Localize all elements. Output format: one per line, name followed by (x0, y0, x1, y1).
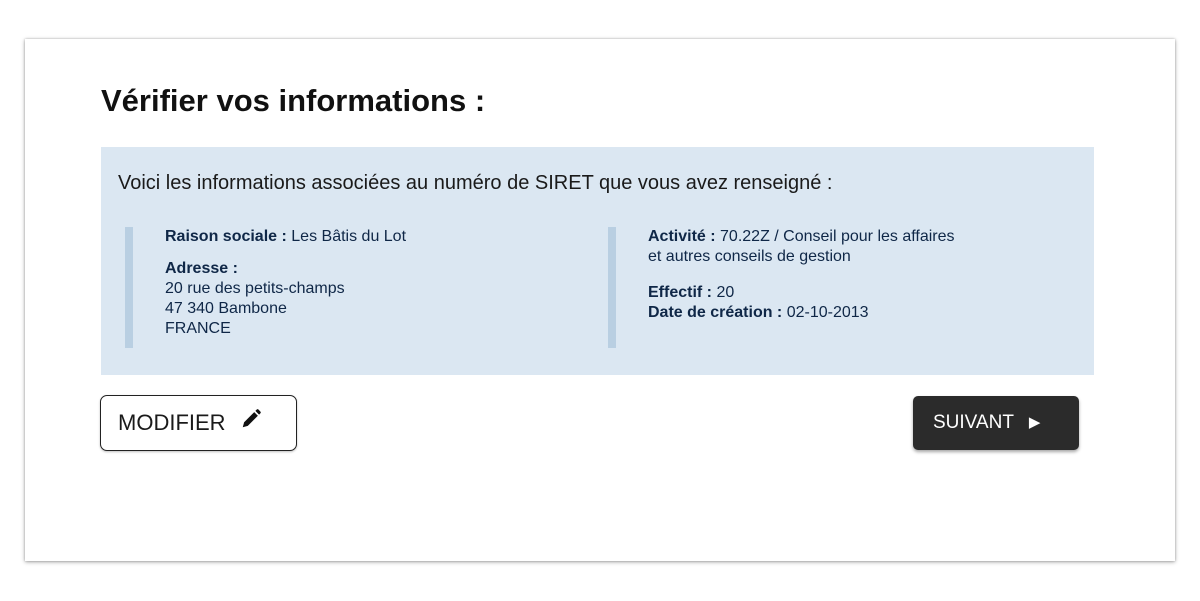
effectif-value: 20 (716, 284, 735, 301)
next-button-label: SUIVANT (933, 412, 1014, 433)
adresse-line-2: 47 340 Bambone (165, 300, 287, 317)
next-button[interactable]: SUIVANT ▶ (913, 396, 1079, 450)
raison-sociale-label: Raison sociale : (165, 228, 287, 245)
verification-card: Vérifier vos informations : Voici les in… (25, 39, 1175, 561)
play-arrow-icon: ▶ (1028, 414, 1041, 431)
adresse-label: Adresse : (165, 260, 238, 277)
activite-field: Activité : 70.22Z / Conseil pour les aff… (648, 227, 1078, 267)
company-activity-column: Activité : 70.22Z / Conseil pour les aff… (608, 227, 1078, 348)
company-identity-column: Raison sociale : Les Bâtis du Lot Adress… (125, 227, 595, 348)
adresse-line-1: 20 rue des petits-champs (165, 280, 345, 297)
raison-sociale-value: Les Bâtis du Lot (291, 228, 407, 245)
pencil-icon (240, 396, 262, 449)
date-creation-value: 02-10-2013 (786, 304, 869, 321)
info-intro-text: Voici les informations associées au numé… (118, 172, 833, 194)
page-title: Vérifier vos informations : (101, 83, 486, 118)
adresse-line-3: FRANCE (165, 320, 231, 337)
activite-value-line-2: et autres conseils de gestion (648, 248, 851, 265)
raison-sociale-field: Raison sociale : Les Bâtis du Lot (165, 227, 595, 247)
effectif-field: Effectif : 20 (648, 283, 1078, 303)
effectif-label: Effectif : (648, 284, 712, 301)
activite-value-line-1: 70.22Z / Conseil pour les affaires (720, 228, 955, 245)
activite-label: Activité : (648, 228, 716, 245)
date-creation-label: Date de création : (648, 304, 783, 321)
modify-button[interactable]: MODIFIER (100, 395, 297, 451)
modify-button-label: MODIFIER (118, 410, 226, 435)
date-creation-field: Date de création : 02-10-2013 (648, 303, 1078, 323)
siret-info-box: Voici les informations associées au numé… (101, 147, 1094, 375)
adresse-field: Adresse : 20 rue des petits-champs 47 34… (165, 259, 595, 339)
